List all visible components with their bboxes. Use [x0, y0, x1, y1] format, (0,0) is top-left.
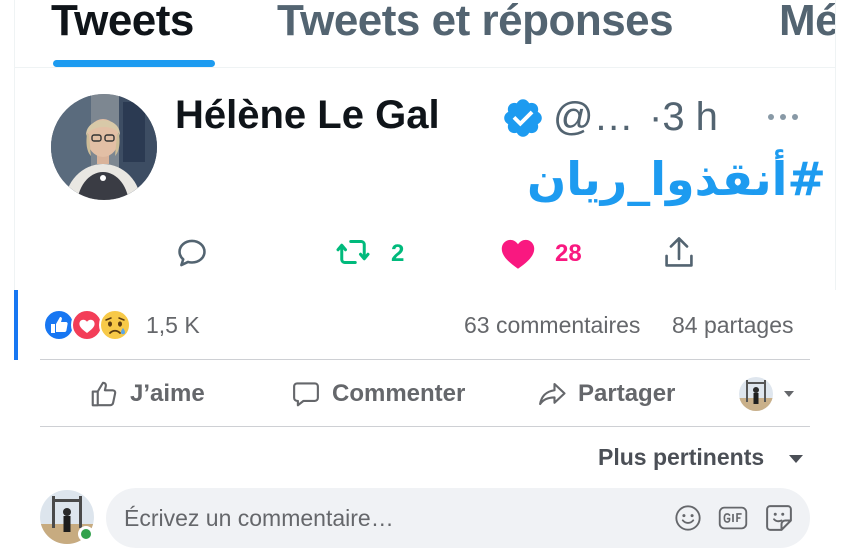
reply-icon[interactable]: [175, 236, 209, 270]
tweet-timestamp[interactable]: ·3 h: [649, 95, 718, 140]
retweet-count: 2: [391, 240, 405, 267]
comments-count-link[interactable]: 63 commentaires: [464, 312, 640, 339]
comment-input[interactable]: [124, 502, 564, 534]
tab-tweets-and-replies[interactable]: Tweets et réponses: [277, 0, 674, 46]
tweet-card: Tweets Tweets et réponses Mé Hélène Le G…: [14, 0, 836, 290]
love-reaction-icon: [71, 309, 103, 341]
share-icon[interactable]: [661, 234, 697, 272]
shares-count-link[interactable]: 84 partages: [672, 312, 793, 339]
divider: [40, 426, 810, 427]
verified-badge-icon: [504, 99, 542, 137]
comment-sort-dropdown[interactable]: Plus pertinents: [598, 444, 764, 471]
audience-selector[interactable]: [738, 376, 800, 412]
share-arrow-icon: [539, 382, 566, 406]
like-button[interactable]: J’aime: [88, 374, 205, 414]
reaction-icons[interactable]: [42, 308, 138, 342]
active-tab-indicator: [53, 60, 215, 67]
author-name[interactable]: Hélène Le Gal: [175, 93, 440, 138]
tweet-hashtag-link[interactable]: #أنقذوا_ريان: [527, 152, 826, 206]
reaction-count[interactable]: 1,5 K: [146, 312, 200, 339]
heart-icon[interactable]: [499, 236, 537, 270]
comment-bubble-icon: [293, 382, 319, 407]
author-avatar[interactable]: [51, 94, 157, 200]
more-icon[interactable]: [763, 110, 803, 124]
caret-down-icon[interactable]: [788, 454, 804, 464]
retweet-icon[interactable]: [333, 234, 373, 270]
comment-button-label: Commenter: [332, 380, 466, 407]
share-button[interactable]: Partager: [536, 374, 675, 414]
tab-media[interactable]: Mé: [779, 0, 835, 46]
share-button-label: Partager: [578, 380, 676, 407]
comment-button[interactable]: Commenter: [290, 374, 465, 414]
post-accent-bar: [14, 290, 18, 360]
like-reaction-icon: [43, 309, 75, 341]
sad-reaction-icon: [99, 309, 131, 341]
sticker-icon[interactable]: [764, 503, 794, 533]
like-count: 28: [555, 240, 582, 267]
tab-tweets[interactable]: Tweets: [51, 0, 194, 46]
profile-tabs: Tweets Tweets et réponses Mé: [15, 0, 835, 68]
online-status-dot: [78, 526, 94, 542]
gif-icon[interactable]: [718, 504, 748, 532]
thumbs-up-icon: [91, 381, 117, 407]
emoji-icon[interactable]: [674, 504, 702, 532]
divider: [40, 359, 810, 360]
like-button-label: J’aime: [130, 380, 205, 407]
author-handle[interactable]: @…: [553, 95, 634, 140]
comment-composer[interactable]: [106, 488, 810, 548]
chevron-down-icon: [784, 391, 794, 397]
